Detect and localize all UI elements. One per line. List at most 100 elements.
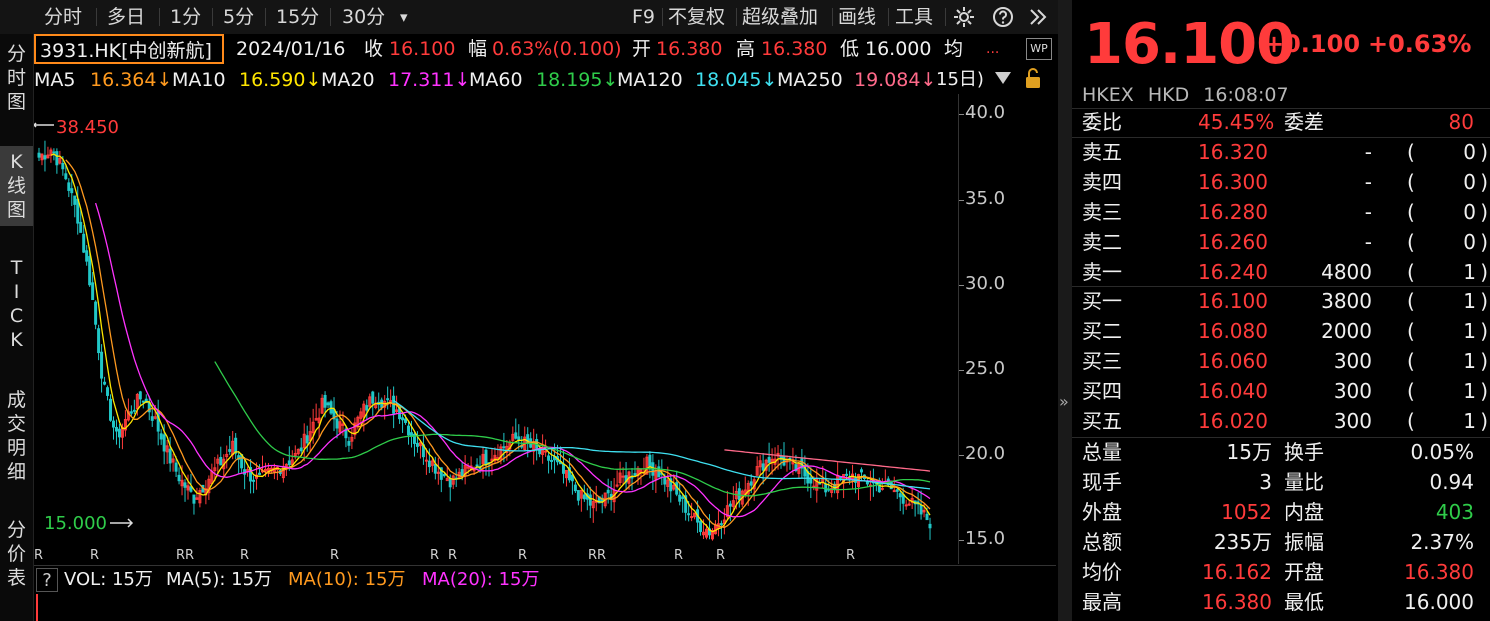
candle-body (690, 516, 694, 519)
candle-body (228, 449, 232, 452)
tab-char: 表 (6, 567, 26, 589)
ask-row[interactable]: 卖三 16.280 - (0) (1072, 197, 1490, 227)
candle-body (55, 151, 59, 166)
stat-row: 现手 3 量比 0.94 (1072, 467, 1490, 497)
order-ratio-row: 委比 45.45% 委差 80 (1072, 107, 1490, 137)
f9-button[interactable]: F9 (632, 4, 655, 30)
super-overlay-button[interactable]: 超级叠加 (742, 4, 818, 30)
stock-name-box[interactable]: 3931.HK[中创新航] (34, 34, 224, 64)
bid-paren-close: ) (1480, 349, 1488, 373)
y-tick-mark (959, 455, 964, 456)
candle-body (621, 475, 625, 478)
order-ratio-label: 委比 (1082, 110, 1122, 134)
ask-paren-close: ) (1480, 140, 1488, 164)
stat-value: 16.162 (1202, 560, 1272, 584)
ma-dropdown-icon[interactable] (994, 71, 1012, 85)
wp-badge-icon[interactable]: WP (1026, 38, 1052, 60)
quote-meta: HKEX HKD 16:08:07 (1082, 84, 1289, 106)
tab-trade-details[interactable]: 成 交 明 细 (0, 388, 33, 484)
open-label: 开 (632, 38, 652, 60)
last-price: 16.100 (1084, 12, 1295, 77)
order-diff-label: 委差 (1284, 110, 1324, 134)
candle-body (898, 493, 902, 498)
candle-body (573, 484, 577, 492)
quote-panel: 16.100 +0.100 +0.63% HKEX HKD 16:08:07 委… (1072, 0, 1490, 621)
adjust-rights-button[interactable]: 不复权 (668, 4, 725, 30)
candle-body (737, 488, 741, 501)
candle-body (907, 503, 911, 506)
bid-row[interactable]: 买二 16.080 2000 (1) (1072, 316, 1490, 346)
period-tab-1min[interactable]: 1分 (170, 4, 201, 30)
stat-row: 总量 15万 换手 0.05% (1072, 437, 1490, 467)
candle-body (901, 494, 905, 504)
y-tick-label: 20.0 (965, 443, 1006, 464)
candle-body (70, 188, 74, 194)
date-value: 2024/01/16 (236, 38, 346, 60)
bid-row[interactable]: 买三 16.060 300 (1) (1072, 346, 1490, 376)
max-arrow-icon (34, 122, 54, 128)
bid-row[interactable]: 买四 16.040 300 (1) (1072, 376, 1490, 406)
period-more-caret-icon[interactable]: ▾ (400, 4, 408, 30)
ask-paren-close: ) (1480, 200, 1488, 224)
ma60-value: 18.195↓ (536, 69, 619, 91)
candle-body (219, 456, 223, 466)
tab-kline-chart[interactable]: K 线 图 (0, 146, 33, 226)
vol-ma10: MA(10): 15万 (288, 569, 406, 590)
toolbar-separator (265, 8, 266, 26)
candle-body (588, 494, 592, 506)
candle-body (335, 418, 339, 429)
candle-body (904, 504, 908, 507)
tab-price-distribution[interactable]: 分 价 表 (0, 518, 33, 590)
ask-row[interactable]: 卖一 16.240 4800 (1) (1072, 257, 1490, 287)
stat-label: 外盘 (1082, 500, 1122, 524)
bid-row[interactable]: 买五 16.020 300 (1) (1072, 406, 1490, 436)
chevron-right-icon[interactable]: » (1059, 392, 1069, 411)
side-panel-handle[interactable]: » (1058, 0, 1072, 621)
draw-line-button[interactable]: 画线 (838, 4, 876, 30)
candle-body (61, 163, 65, 170)
candle-body (112, 420, 115, 428)
period-tab-5min[interactable]: 5分 (223, 4, 254, 30)
gear-icon[interactable] (953, 6, 975, 28)
bid-paren-close: ) (1480, 289, 1488, 313)
ask-row[interactable]: 卖五 16.320 - (0) (1072, 137, 1490, 167)
ask-volume: - (1364, 140, 1372, 164)
bid-volume: 300 (1333, 379, 1372, 403)
candle-body (582, 494, 586, 500)
ask-paren-close: ) (1480, 230, 1488, 254)
ask-volume: - (1364, 200, 1372, 224)
candle-body (91, 282, 95, 301)
stat-value: 1052 (1221, 500, 1272, 524)
order-ratio-value: 45.45% (1198, 110, 1275, 134)
ask-level-label: 卖三 (1082, 200, 1122, 224)
candle-body (880, 487, 884, 490)
tab-char: 分 (6, 43, 26, 65)
lock-icon[interactable] (1024, 67, 1042, 89)
period-tab-multiday[interactable]: 多日 (107, 4, 145, 30)
kline-chart[interactable]: R R RR R R R R R RR R R R 38.450 15.000 (34, 94, 958, 564)
period-tab-intraday[interactable]: 分时 (44, 4, 82, 30)
bid-row[interactable]: 买一 16.100 3800 (1) (1072, 286, 1490, 316)
volume-help-icon[interactable]: ? (36, 568, 58, 592)
toolbar-separator (832, 8, 833, 26)
candle-body (502, 446, 506, 449)
toolbar-separator (888, 8, 889, 26)
period-tab-15min[interactable]: 15分 (276, 4, 319, 30)
period-tab-30min[interactable]: 30分 (342, 4, 385, 30)
tab-char: 图 (6, 91, 26, 113)
tab-tick[interactable]: T I C K (0, 256, 33, 352)
candle-body (73, 195, 77, 205)
ask-level-label: 卖五 (1082, 140, 1122, 164)
ask-row[interactable]: 卖四 16.300 - (0) (1072, 167, 1490, 197)
tab-intraday-chart[interactable]: 分 时 图 (0, 42, 33, 114)
ask-paren-open: ( (1407, 140, 1415, 164)
bid-level-label: 买四 (1082, 379, 1122, 403)
ask-row[interactable]: 卖二 16.260 - (0) (1072, 227, 1490, 257)
r-marker: R (90, 548, 99, 563)
tools-button[interactable]: 工具 (895, 4, 933, 30)
candle-body (371, 391, 375, 404)
help-icon[interactable] (992, 6, 1014, 28)
ask-price: 16.260 (1198, 230, 1268, 254)
ask-volume: - (1364, 170, 1372, 194)
double-chevron-right-icon[interactable] (1028, 8, 1048, 26)
